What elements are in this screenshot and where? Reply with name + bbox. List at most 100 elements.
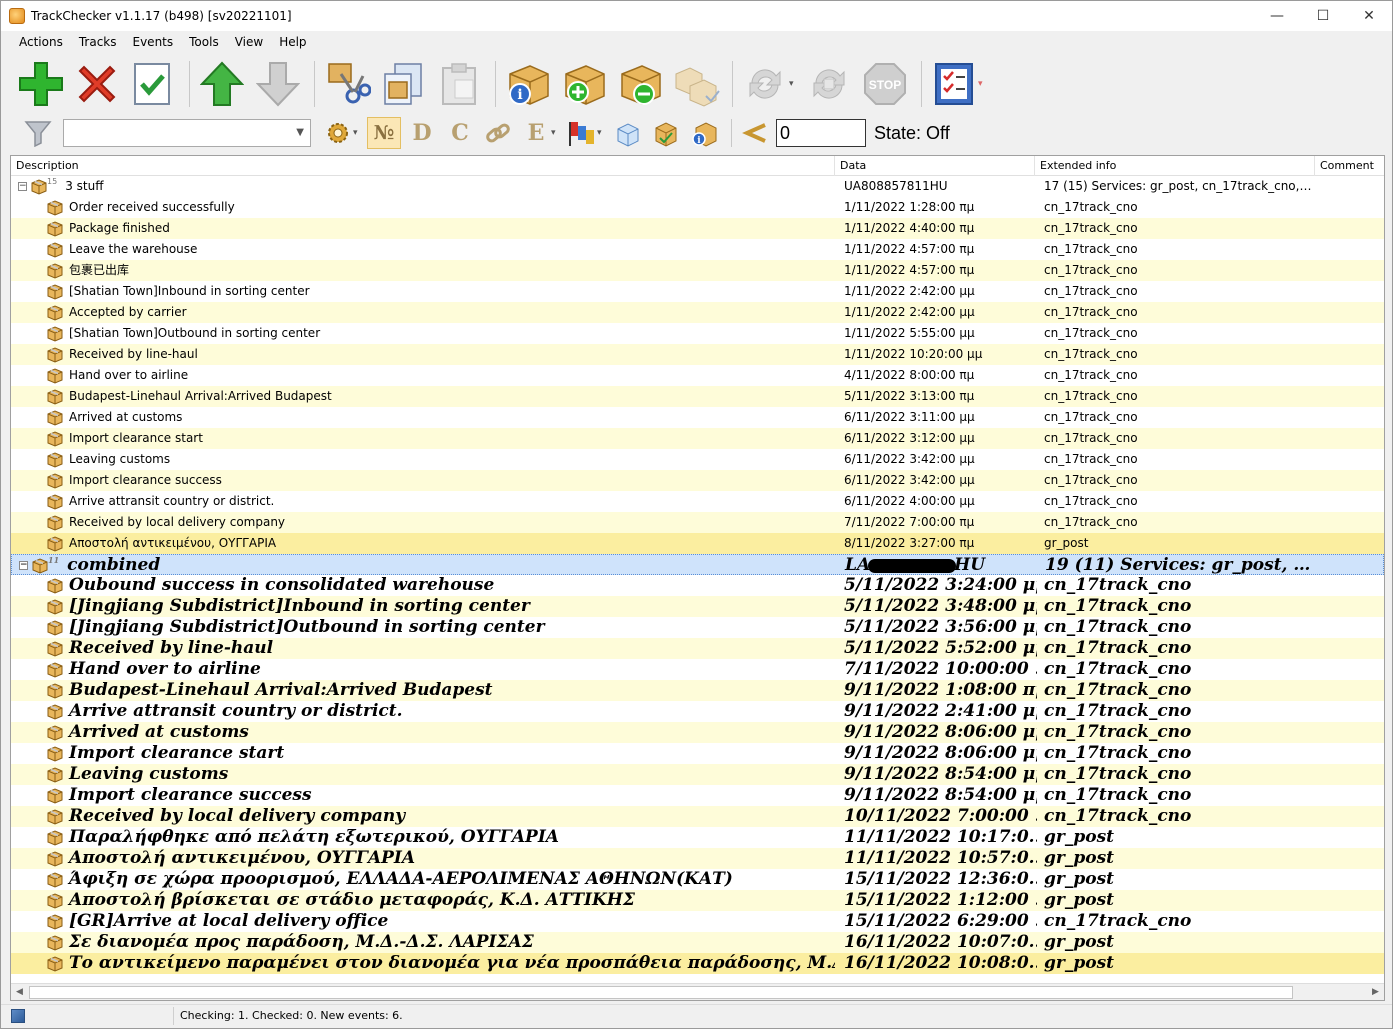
status-text: Checking: 1. Checked: 0. New events: 6. <box>180 1009 403 1022</box>
event-row[interactable]: Αποστολή βρίσκεται σε στάδιο μεταφοράς, … <box>11 890 1384 911</box>
event-row[interactable]: [Jingjiang Subdistrict]Inbound in sortin… <box>11 596 1384 617</box>
scroll-right-icon[interactable]: ▶ <box>1367 984 1384 1000</box>
column-header-description[interactable]: Description <box>11 156 835 176</box>
event-row[interactable]: Hand over to airline 7/11/2022 10:00:00 … <box>11 659 1384 680</box>
move-up-button[interactable] <box>196 58 248 110</box>
collapse-toggle-icon[interactable]: − <box>18 182 27 191</box>
checklist-dropdown-icon[interactable]: ▾ <box>978 79 988 89</box>
e-dropdown-icon[interactable]: ▾ <box>551 128 561 138</box>
filter-combo[interactable]: ▼ <box>63 119 311 147</box>
event-row[interactable]: Arrived at customs 9/11/2022 8:06:00 μμ … <box>11 722 1384 743</box>
cut-button[interactable] <box>321 58 373 110</box>
scroll-left-icon[interactable]: ◀ <box>11 984 28 1000</box>
menu-tracks[interactable]: Tracks <box>71 35 125 49</box>
mark-checked-button[interactable] <box>127 58 179 110</box>
event-comment <box>1317 659 1384 680</box>
counter-input[interactable]: 0 <box>776 119 866 147</box>
refresh-all-button[interactable] <box>803 58 855 110</box>
flags-button[interactable] <box>565 117 599 149</box>
event-row[interactable]: 包裹已出库 1/11/2022 4:57:00 πμ cn_17track_cn… <box>11 260 1384 281</box>
event-row[interactable]: Leaving customs 9/11/2022 8:54:00 μμ cn_… <box>11 764 1384 785</box>
paste-button[interactable] <box>433 58 485 110</box>
event-row[interactable]: [Jingjiang Subdistrict]Outbound in sorti… <box>11 617 1384 638</box>
menu-view[interactable]: View <box>227 35 271 49</box>
package-button[interactable] <box>649 117 683 149</box>
flags-dropdown-icon[interactable]: ▾ <box>597 128 607 138</box>
settings-dropdown-icon[interactable]: ▾ <box>353 128 363 138</box>
track-info-button[interactable]: i <box>502 58 554 110</box>
event-package-icon <box>47 619 63 636</box>
stop-button[interactable]: STOP <box>859 58 911 110</box>
event-row[interactable]: [Shatian Town]Inbound in sorting center … <box>11 281 1384 302</box>
event-row[interactable]: Import clearance success 9/11/2022 8:54:… <box>11 785 1384 806</box>
event-row[interactable]: Leaving customs 6/11/2022 3:42:00 μμ cn_… <box>11 449 1384 470</box>
toggle-e-button[interactable]: E <box>519 117 553 149</box>
scroll-thumb[interactable] <box>29 986 1293 999</box>
add-package-button[interactable] <box>558 58 610 110</box>
copy-button[interactable] <box>377 58 429 110</box>
event-row[interactable]: Παραλήφθηκε από πελάτη εξωτερικού, ΟΥΓΓΑ… <box>11 827 1384 848</box>
packages-stack-button[interactable] <box>670 58 722 110</box>
column-header-date[interactable]: Data <box>835 156 1035 176</box>
event-row[interactable]: Oubound success in consolidated warehous… <box>11 575 1384 596</box>
event-row[interactable]: Import clearance start 9/11/2022 8:06:00… <box>11 743 1384 764</box>
open-box-button[interactable] <box>611 117 645 149</box>
event-row[interactable]: Import clearance success 6/11/2022 3:42:… <box>11 470 1384 491</box>
event-description-cell: Budapest-Linehaul Arrival:Arrived Budape… <box>11 386 835 407</box>
event-row[interactable]: Arrive attransit country or district. 6/… <box>11 491 1384 512</box>
event-row[interactable]: [Shatian Town]Outbound in sorting center… <box>11 323 1384 344</box>
event-row[interactable]: Άφιξη σε χώρα προορισμού, ΕΛΛΑΔΑ-ΑΕΡΟΛΙΜ… <box>11 869 1384 890</box>
track-group-row[interactable]: − 15 3 stuff UA808857811HU 17 (15) Servi… <box>11 176 1384 197</box>
menu-tools[interactable]: Tools <box>181 35 227 49</box>
event-row[interactable]: Leave the warehouse 1/11/2022 4:57:00 πμ… <box>11 239 1384 260</box>
add-track-button[interactable] <box>15 58 67 110</box>
package-info-button[interactable]: i <box>687 117 721 149</box>
event-row[interactable]: Το αντικείμενο παραμένει στον διανομέα γ… <box>11 953 1384 974</box>
remove-package-button[interactable] <box>614 58 666 110</box>
maximize-button[interactable]: ☐ <box>1300 1 1346 31</box>
toggle-c-button[interactable]: C <box>443 117 477 149</box>
settings-button[interactable] <box>321 117 355 149</box>
menu-help[interactable]: Help <box>271 35 314 49</box>
column-header-comment[interactable]: Comment <box>1315 156 1384 176</box>
track-group-row[interactable]: − 11 combined LA HU 19 (11) Services: gr_… <box>11 554 1384 575</box>
event-row[interactable]: Budapest-Linehaul Arrival:Arrived Budape… <box>11 386 1384 407</box>
event-row[interactable]: Αποστολή αντικειμένου, ΟΥΓΓΑΡΙΑ 11/11/20… <box>11 848 1384 869</box>
move-down-button[interactable] <box>252 58 304 110</box>
event-row[interactable]: [GR]Arrive at local delivery office 15/1… <box>11 911 1384 932</box>
event-row[interactable]: Hand over to airline 4/11/2022 8:00:00 π… <box>11 365 1384 386</box>
column-header-extended-info[interactable]: Extended info <box>1035 156 1315 176</box>
checklist-button[interactable] <box>928 58 980 110</box>
event-comment <box>1317 701 1384 722</box>
refresh-button[interactable] <box>739 58 791 110</box>
event-description: [Shatian Town]Outbound in sorting center <box>69 326 321 340</box>
close-button[interactable]: ✕ <box>1346 1 1392 31</box>
event-row[interactable]: Received by line-haul 1/11/2022 10:20:00… <box>11 344 1384 365</box>
event-row[interactable]: Accepted by carrier 1/11/2022 2:42:00 μμ… <box>11 302 1384 323</box>
minimize-button[interactable]: — <box>1254 1 1300 31</box>
event-row[interactable]: Import clearance start 6/11/2022 3:12:00… <box>11 428 1384 449</box>
event-row[interactable]: Received by local delivery company 10/11… <box>11 806 1384 827</box>
event-row[interactable]: Arrived at customs 6/11/2022 3:11:00 μμ … <box>11 407 1384 428</box>
event-row[interactable]: Order received successfully 1/11/2022 1:… <box>11 197 1384 218</box>
event-row[interactable]: Received by line-haul 5/11/2022 5:52:00 … <box>11 638 1384 659</box>
event-row[interactable]: Σε διανομέα προς παράδοση, Μ.Δ.-Δ.Σ. ΛΑΡ… <box>11 932 1384 953</box>
collapse-toggle-icon[interactable]: − <box>19 561 28 570</box>
refresh-dropdown-icon[interactable]: ▾ <box>789 79 799 89</box>
event-row[interactable]: Package finished 1/11/2022 4:40:00 πμ cn… <box>11 218 1384 239</box>
horizontal-scrollbar[interactable]: ◀ ▶ <box>11 983 1384 1000</box>
less-than-button[interactable] <box>738 117 772 149</box>
event-row[interactable]: Arrive attransit country or district. 9/… <box>11 701 1384 722</box>
event-row[interactable]: Received by local delivery company 7/11/… <box>11 512 1384 533</box>
event-comment <box>1317 743 1384 764</box>
toggle-number-button[interactable]: № <box>367 117 401 149</box>
menu-actions[interactable]: Actions <box>11 35 71 49</box>
link-button[interactable] <box>481 117 515 149</box>
event-comment <box>1317 260 1384 281</box>
event-row[interactable]: Αποστολή αντικειμένου, ΟΥΓΓΑΡΙΑ 8/11/202… <box>11 533 1384 554</box>
filter-button[interactable] <box>21 117 55 149</box>
toggle-d-button[interactable]: D <box>405 117 439 149</box>
menu-events[interactable]: Events <box>125 35 182 49</box>
delete-track-button[interactable] <box>71 58 123 110</box>
event-row[interactable]: Budapest-Linehaul Arrival:Arrived Budape… <box>11 680 1384 701</box>
